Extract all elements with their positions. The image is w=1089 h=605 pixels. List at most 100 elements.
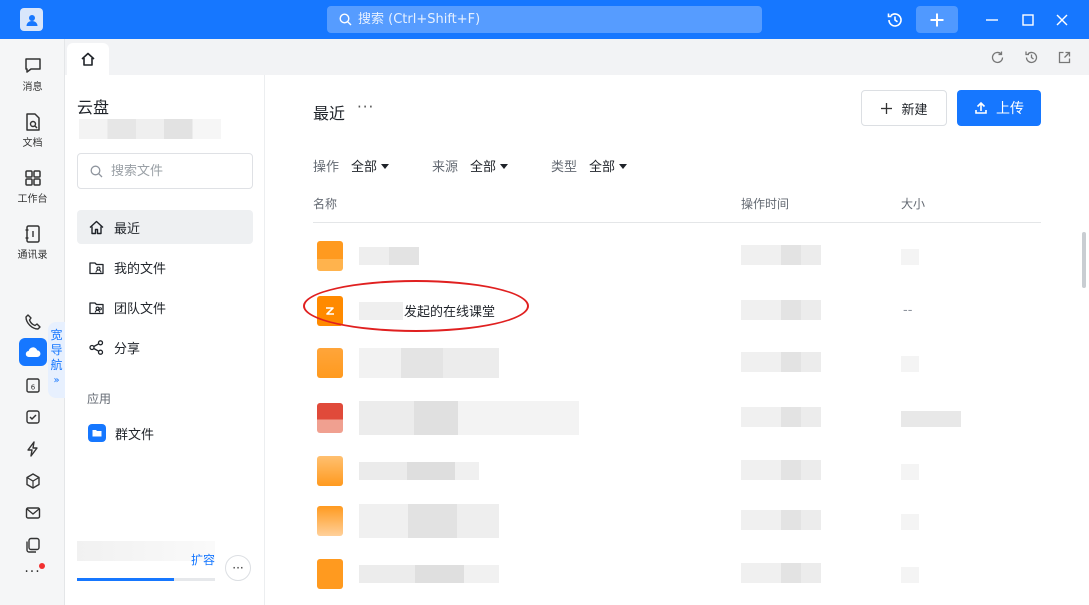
column-header-name[interactable]: 名称 [313, 195, 337, 212]
refresh-button[interactable] [988, 48, 1006, 66]
rail-item-copy[interactable] [0, 534, 65, 556]
title-bar [0, 0, 1089, 39]
rail-item-calls[interactable] [0, 311, 65, 333]
minimize-icon [986, 18, 998, 21]
global-search-input[interactable] [358, 12, 738, 27]
redacted-size [901, 411, 961, 427]
redacted-size [901, 514, 919, 530]
history-icon [887, 12, 902, 27]
sidebar-item-recent[interactable]: 最近 [77, 210, 253, 244]
title-more-button[interactable]: ··· [357, 98, 374, 116]
cube-icon [25, 473, 40, 489]
history-tab-button[interactable] [1022, 48, 1040, 66]
rail-item-label: 通讯录 [17, 250, 48, 261]
storage-progress-fill [77, 578, 174, 581]
file-search[interactable] [77, 153, 253, 189]
caret-down-icon [381, 163, 390, 169]
phone-icon [24, 314, 41, 330]
account-info-redacted [79, 119, 221, 139]
storage-progress [77, 578, 215, 581]
upload-button[interactable]: 上传 [957, 90, 1041, 126]
redacted-time [741, 510, 821, 530]
new-button[interactable]: 新建 [861, 90, 947, 126]
filter-type[interactable]: 类型 全部 [551, 156, 628, 175]
rail-item-messages[interactable]: 消息 [0, 55, 65, 93]
sidebar-title: 云盘 [77, 98, 110, 117]
close-button[interactable] [1048, 6, 1076, 33]
redacted-size [901, 249, 919, 265]
table-row[interactable] [313, 397, 1041, 437]
sidebar-more-button[interactable]: ··· [225, 555, 251, 581]
redacted-time [741, 300, 821, 320]
tab-strip [65, 39, 1089, 75]
sidebar-item-group-files[interactable]: 群文件 [77, 416, 253, 450]
sidebar-item-label: 群文件 [115, 427, 155, 443]
home-icon [89, 220, 104, 234]
rail-item-contacts[interactable]: 通讯录 [0, 223, 65, 261]
redacted-name [359, 504, 499, 538]
rail-item-tasks[interactable] [0, 406, 65, 428]
rail-item-workbench[interactable]: 工作台 [0, 167, 65, 205]
filter-source[interactable]: 来源 全部 [432, 156, 509, 175]
rail-item-cloud-disk[interactable] [0, 338, 65, 366]
open-external-button[interactable] [1055, 48, 1073, 66]
file-search-input[interactable] [111, 163, 241, 179]
rail-item-calendar[interactable]: 6 [0, 374, 65, 396]
filter-value: 全部 [589, 160, 616, 175]
copy-icon [25, 537, 40, 553]
file-icon [317, 456, 343, 486]
main-scrollbar[interactable] [1082, 232, 1086, 288]
header-divider [313, 222, 1041, 223]
rail-item-apps[interactable] [0, 470, 65, 492]
redacted-name [359, 462, 479, 480]
filter-value: 全部 [470, 160, 497, 175]
rail-item-label: 文档 [22, 138, 43, 149]
sidebar-item-share[interactable]: 分享 [77, 330, 253, 364]
redacted-name [359, 348, 499, 378]
redacted-name [359, 401, 579, 435]
expand-storage-link[interactable]: 扩容 [191, 551, 215, 568]
filter-label: 类型 [551, 160, 578, 175]
maximize-button[interactable] [1014, 6, 1042, 33]
table-row[interactable] [313, 500, 1041, 540]
filter-operation[interactable]: 操作 全部 [313, 156, 390, 175]
redacted-time [741, 460, 821, 480]
upload-icon [975, 101, 987, 114]
table-row[interactable] [313, 342, 1041, 382]
open-external-icon [1058, 51, 1070, 63]
team-folder-icon [89, 301, 104, 314]
minimize-button[interactable] [978, 6, 1006, 33]
lightning-icon [26, 441, 38, 457]
upload-button-label: 上传 [996, 101, 1024, 117]
redacted-time [741, 352, 821, 372]
checkbox-icon [25, 410, 40, 424]
rail-item-mail[interactable] [0, 502, 65, 524]
maximize-icon [1022, 13, 1034, 26]
file-icon [317, 403, 343, 433]
refresh-icon [991, 51, 1003, 63]
message-icon [24, 58, 41, 73]
table-row[interactable] [313, 235, 1041, 275]
cloud-sidebar: 云盘 最近 我的文件 团队文件 [65, 75, 265, 605]
rail-item-flash[interactable] [0, 438, 65, 460]
redacted-time [741, 245, 821, 265]
my-folder-icon [89, 261, 104, 274]
redacted-size [901, 356, 919, 372]
file-icon [317, 559, 343, 589]
rail-item-more[interactable]: ··· [0, 564, 65, 580]
redacted-time [741, 407, 821, 427]
tab-home[interactable] [67, 43, 109, 75]
global-search[interactable] [327, 6, 762, 33]
table-row[interactable] [313, 553, 1041, 593]
column-header-time[interactable]: 操作时间 [741, 195, 789, 212]
sidebar-item-team-files[interactable]: 团队文件 [77, 290, 253, 324]
column-header-size[interactable]: 大小 [901, 195, 925, 212]
table-row[interactable] [313, 450, 1041, 490]
mail-icon [25, 507, 40, 519]
sidebar-item-my-files[interactable]: 我的文件 [77, 250, 253, 284]
history-button[interactable] [881, 6, 909, 33]
redacted-size [901, 464, 919, 480]
user-avatar[interactable] [20, 8, 43, 31]
rail-item-docs[interactable]: 文档 [0, 111, 65, 149]
add-button[interactable] [916, 6, 958, 33]
